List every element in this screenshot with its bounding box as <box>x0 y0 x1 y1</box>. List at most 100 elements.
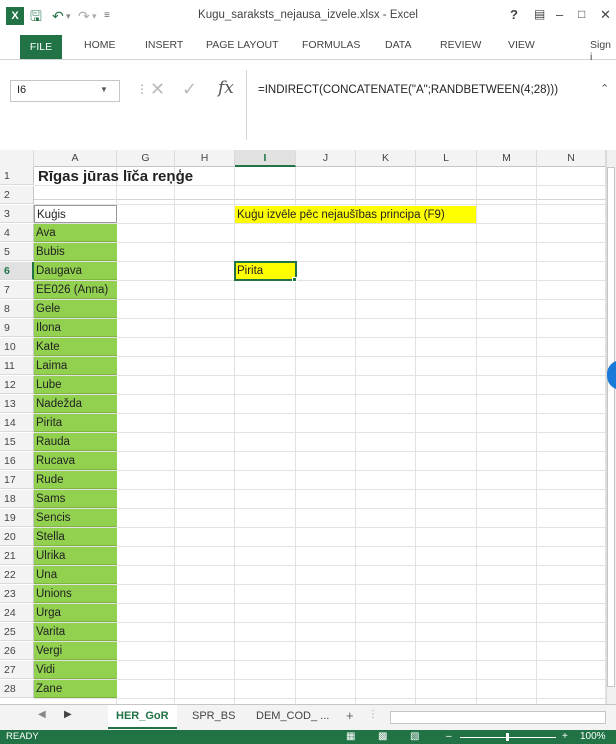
next-sheet-icon[interactable]: ▶ <box>64 709 72 720</box>
row-header[interactable]: 19 <box>0 509 34 527</box>
cancel-icon[interactable]: ✕ <box>150 79 165 100</box>
row-header[interactable]: 10 <box>0 338 34 356</box>
row-header[interactable]: 24 <box>0 604 34 622</box>
tab-home[interactable]: HOME <box>84 39 116 51</box>
tab-formulas[interactable]: FORMULAS <box>302 39 360 51</box>
row-header[interactable]: 9 <box>0 319 34 337</box>
tab-review[interactable]: REVIEW <box>440 39 481 51</box>
ribbon-display-icon[interactable]: ▤ <box>534 7 545 21</box>
row-header[interactable]: 18 <box>0 490 34 508</box>
row-header[interactable]: 13 <box>0 395 34 413</box>
row-header[interactable]: 5 <box>0 243 34 261</box>
tab-file[interactable]: FILE <box>20 35 62 59</box>
page-break-view-icon[interactable]: ▧ <box>410 730 419 744</box>
vertical-scroll-thumb[interactable] <box>607 167 615 687</box>
ship-list-item[interactable]: Urga <box>34 604 117 622</box>
help-button[interactable]: ? <box>510 7 518 22</box>
column-header[interactable]: I <box>235 150 296 167</box>
row-header[interactable]: 7 <box>0 281 34 299</box>
column-header[interactable]: M <box>477 150 537 167</box>
ship-list-item[interactable]: Rucava <box>34 452 117 470</box>
row-header[interactable]: 17 <box>0 471 34 489</box>
ship-list-item[interactable]: Lube <box>34 376 117 394</box>
row-header[interactable]: 16 <box>0 452 34 470</box>
sheet-tab-her-gor[interactable]: HER_GoR <box>108 705 177 729</box>
ship-list-item[interactable]: Varita <box>34 623 117 641</box>
column-header[interactable]: L <box>416 150 477 167</box>
row-header[interactable]: 26 <box>0 642 34 660</box>
zoom-level[interactable]: 100% <box>580 730 606 744</box>
selected-ship-cell[interactable]: Pirita <box>234 261 297 281</box>
tab-data[interactable]: DATA <box>385 39 411 51</box>
row-header[interactable]: 12 <box>0 376 34 394</box>
row-header[interactable]: 22 <box>0 566 34 584</box>
page-layout-view-icon[interactable]: ▩ <box>378 730 387 744</box>
ship-list-item[interactable]: Una <box>34 566 117 584</box>
close-icon[interactable]: ✕ <box>600 7 611 23</box>
formula-input[interactable]: =INDIRECT(CONCATENATE("A";RANDBETWEEN(4;… <box>258 84 558 96</box>
row-header[interactable]: 28 <box>0 680 34 698</box>
ship-list-item[interactable]: Stella <box>34 528 117 546</box>
ship-list-item[interactable]: Bubis <box>34 243 117 261</box>
ship-list-item[interactable]: Rude <box>34 471 117 489</box>
ship-list-item[interactable]: Ilona <box>34 319 117 337</box>
column-header[interactable]: H <box>175 150 235 167</box>
row-header[interactable]: 14 <box>0 414 34 432</box>
tab-page-layout[interactable]: PAGE LAYOUT <box>206 39 279 51</box>
chevron-down-icon[interactable]: ▼ <box>100 85 108 94</box>
restore-icon[interactable]: □ <box>578 7 585 21</box>
row-header[interactable]: 8 <box>0 300 34 318</box>
column-header[interactable]: A <box>34 150 117 167</box>
ship-list-item[interactable]: Vidi <box>34 661 117 679</box>
row-header[interactable]: 23 <box>0 585 34 603</box>
zoom-slider-knob[interactable] <box>506 733 509 741</box>
random-selection-note[interactable]: Kuģu izvēle pēc nejaušības principa (F9) <box>235 206 476 223</box>
row-header[interactable]: 6 <box>0 262 34 280</box>
sheet-tab-dem-cod[interactable]: DEM_COD_ ... <box>248 705 337 729</box>
ship-list-item[interactable]: Ava <box>34 224 117 242</box>
column-header[interactable]: K <box>356 150 416 167</box>
ship-list-item[interactable]: Sencis <box>34 509 117 527</box>
ship-list-item[interactable]: Sams <box>34 490 117 508</box>
column-header[interactable]: N <box>537 150 606 167</box>
row-header[interactable]: 27 <box>0 661 34 679</box>
ship-list-item[interactable]: Vergi <box>34 642 117 660</box>
row-header[interactable]: 4 <box>0 224 34 242</box>
minimize-icon[interactable]: – <box>556 7 563 22</box>
collapse-formula-bar-icon[interactable]: ⌃ <box>600 82 609 95</box>
sheet-title-cell[interactable]: Rīgas jūras līča reņģe <box>36 167 236 187</box>
sheet-tab-spr-bs[interactable]: SPR_BS <box>184 705 243 729</box>
list-header-cell[interactable]: Kuģis <box>34 205 117 223</box>
row-header[interactable]: 15 <box>0 433 34 451</box>
column-header[interactable]: G <box>117 150 175 167</box>
ship-list-item[interactable]: Unions <box>34 585 117 603</box>
tab-insert[interactable]: INSERT <box>145 39 183 51</box>
normal-view-icon[interactable]: ▦ <box>346 730 355 744</box>
row-header[interactable]: 21 <box>0 547 34 565</box>
select-all-corner[interactable] <box>0 150 34 167</box>
row-header[interactable]: 20 <box>0 528 34 546</box>
column-header[interactable]: J <box>296 150 356 167</box>
ship-list-item[interactable]: Kate <box>34 338 117 356</box>
row-header[interactable]: 25 <box>0 623 34 641</box>
add-sheet-button[interactable]: + <box>338 705 362 729</box>
zoom-out-icon[interactable]: – <box>446 730 452 744</box>
ship-list-item[interactable]: Laima <box>34 357 117 375</box>
tab-view[interactable]: VIEW <box>508 39 535 51</box>
zoom-in-icon[interactable]: + <box>562 730 568 744</box>
row-header[interactable]: 1 <box>0 167 34 185</box>
row-header[interactable]: 2 <box>0 186 34 204</box>
ship-list-item[interactable]: Gele <box>34 300 117 318</box>
ship-list-item[interactable]: Zane <box>34 680 117 698</box>
insert-function-icon[interactable]: fx <box>218 78 234 98</box>
ship-list-item[interactable]: Nadežda <box>34 395 117 413</box>
ship-list-item[interactable]: Pirita <box>34 414 117 432</box>
row-header[interactable]: 3 <box>0 205 34 223</box>
ship-list-item[interactable]: Rauda <box>34 433 117 451</box>
enter-icon[interactable]: ✓ <box>182 79 197 100</box>
ship-list-item[interactable]: EE026 (Anna) <box>34 281 117 299</box>
fill-handle[interactable] <box>292 277 297 282</box>
worksheet-grid[interactable]: AGHIJKLMN 1 2 3 4 5 6 7 8 9 10 11 12 13 14 15 16 17 18 19 2… <box>0 150 606 704</box>
row-header[interactable]: 11 <box>0 357 34 375</box>
ship-list-item[interactable]: Ulrika <box>34 547 117 565</box>
